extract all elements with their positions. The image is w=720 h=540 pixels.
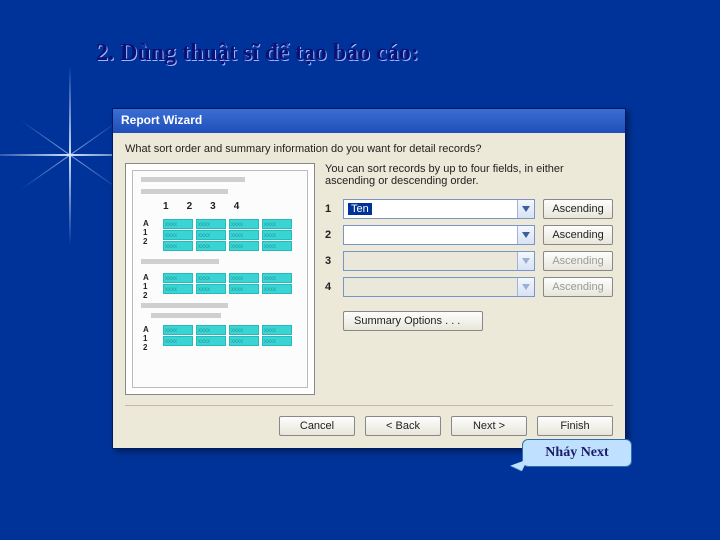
window-titlebar: Report Wizard	[113, 109, 625, 133]
wizard-prompt: What sort order and summary information …	[125, 143, 613, 155]
finish-button[interactable]: Finish	[537, 416, 613, 436]
window-title: Report Wizard	[121, 113, 202, 127]
slide-heading: 2. Dùng thuật sĩ để tạo báo cáo:	[96, 40, 419, 67]
sort-field-1-combo[interactable]: Ten	[343, 199, 535, 219]
sort-row-4: 4 Ascending	[325, 277, 613, 297]
cancel-button[interactable]: Cancel	[279, 416, 355, 436]
sort-field-2-combo[interactable]	[343, 225, 535, 245]
chevron-down-icon[interactable]	[517, 226, 534, 244]
preview-header-1: 1	[163, 201, 169, 212]
instruction-callout: Nháy Next	[522, 439, 632, 467]
sort-row-number: 4	[325, 281, 335, 293]
sort-direction-3-button: Ascending	[543, 251, 613, 271]
chevron-down-icon	[517, 252, 534, 270]
sort-row-2: 2 Ascending	[325, 225, 613, 245]
sort-direction-1-button[interactable]: Ascending	[543, 199, 613, 219]
sort-field-4-combo	[343, 277, 535, 297]
back-button[interactable]: < Back	[365, 416, 441, 436]
sort-row-number: 2	[325, 229, 335, 241]
sort-preview-illustration: 1 2 3 4 A12 A1	[125, 163, 315, 395]
preview-header-4: 4	[234, 201, 240, 212]
preview-header-2: 2	[187, 201, 193, 212]
sort-field-1-value: Ten	[348, 203, 372, 215]
summary-options-row: Summary Options . . .	[325, 311, 613, 331]
sort-row-3: 3 Ascending	[325, 251, 613, 271]
sort-row-number: 1	[325, 203, 335, 215]
report-wizard-window: Report Wizard What sort order and summar…	[112, 108, 626, 449]
sort-direction-4-button: Ascending	[543, 277, 613, 297]
chevron-down-icon	[517, 278, 534, 296]
callout-text: Nháy Next	[545, 445, 608, 461]
sort-field-3-combo	[343, 251, 535, 271]
wizard-button-bar: Cancel < Back Next > Finish	[125, 405, 613, 436]
sort-hint: You can sort records by up to four field…	[325, 163, 613, 187]
sort-controls: You can sort records by up to four field…	[325, 163, 613, 395]
next-button[interactable]: Next >	[451, 416, 527, 436]
window-client: What sort order and summary information …	[113, 133, 625, 448]
summary-options-button[interactable]: Summary Options . . .	[343, 311, 483, 331]
sort-direction-2-button[interactable]: Ascending	[543, 225, 613, 245]
preview-header-3: 3	[210, 201, 216, 212]
preview-column-headers: 1 2 3 4	[163, 201, 239, 212]
chevron-down-icon[interactable]	[517, 200, 534, 218]
sort-row-number: 3	[325, 255, 335, 267]
sort-row-1: 1 Ten Ascending	[325, 199, 613, 219]
